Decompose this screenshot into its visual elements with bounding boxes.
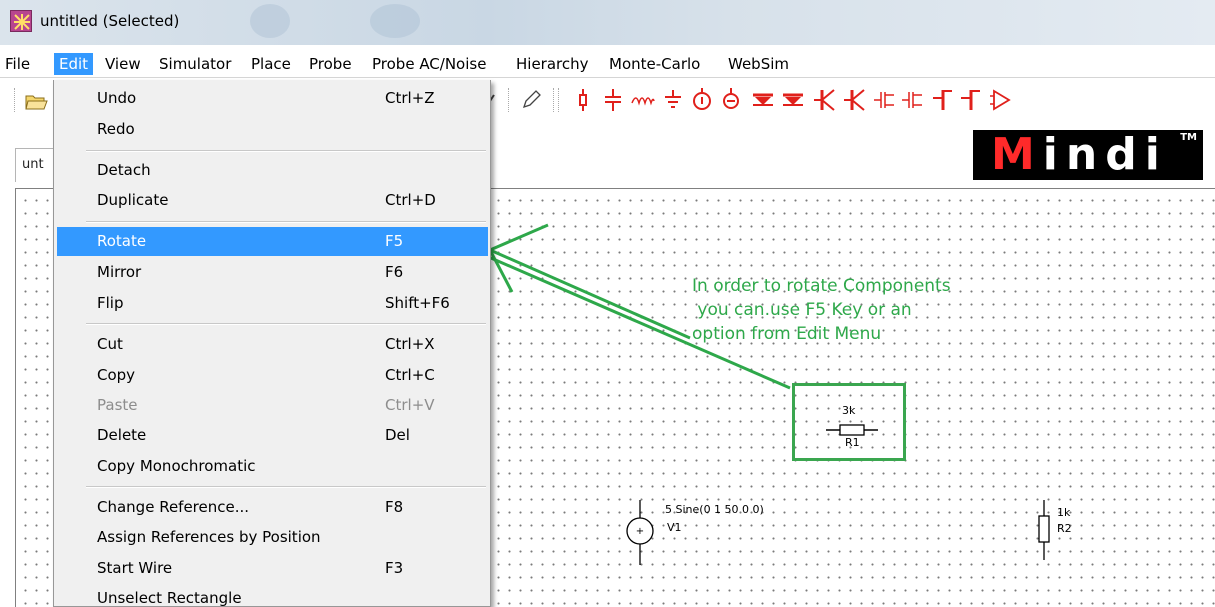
menu-place[interactable]: Place [250, 53, 292, 75]
r2-ref-label: R2 [1057, 522, 1072, 535]
menu-item-undo[interactable]: Undo Ctrl+Z [57, 84, 488, 113]
v1-value-label: 5 Sine(0 1 50 0 0) [665, 503, 764, 516]
menu-view[interactable]: View [104, 53, 142, 75]
window-title: untitled (Selected) [40, 12, 180, 30]
mosfet-icon[interactable] [900, 87, 926, 113]
menu-simulator[interactable]: Simulator [158, 53, 232, 75]
app-icon [10, 10, 32, 32]
transistor-icon[interactable] [842, 87, 868, 113]
mindi-logo: Mindi TM [973, 130, 1203, 180]
menu-probe[interactable]: Probe [308, 53, 353, 75]
menu-item-duplicate[interactable]: Duplicate Ctrl+D [57, 186, 488, 215]
diode-icon[interactable] [750, 87, 776, 113]
title-bar-decoration [250, 4, 290, 38]
current-source-icon[interactable] [689, 87, 715, 113]
transistor-icon[interactable] [812, 87, 838, 113]
menu-monte-carlo[interactable]: Monte-Carlo [608, 53, 701, 75]
menu-item-flip[interactable]: Flip Shift+F6 [57, 289, 488, 318]
menu-item-mirror[interactable]: Mirror F6 [57, 258, 488, 287]
mosfet-icon[interactable] [872, 87, 898, 113]
menu-separator [86, 486, 486, 488]
ground-icon[interactable] [660, 87, 686, 113]
voltage-source-icon[interactable] [718, 87, 744, 113]
title-bar: untitled (Selected) [0, 0, 1215, 45]
capacitor-icon[interactable] [600, 87, 626, 113]
menu-item-cut[interactable]: Cut Ctrl+X [57, 330, 488, 359]
diode-icon[interactable] [780, 87, 806, 113]
toolbar-grip [14, 88, 16, 112]
menu-item-copy-monochromatic[interactable]: Copy Monochromatic [57, 452, 488, 481]
switch-icon[interactable] [958, 87, 984, 113]
v1-ref-label: V1 [667, 521, 682, 534]
annotation-line: In order to rotate Components [692, 276, 951, 296]
edit-menu-dropdown: Undo Ctrl+Z Redo Detach Duplicate Ctrl+D R… [53, 80, 491, 607]
resistor-icon[interactable] [570, 87, 596, 113]
menu-edit[interactable]: Edit [54, 53, 94, 75]
menu-item-detach[interactable]: Detach [57, 156, 488, 185]
menu-item-start-wire[interactable]: Start Wire F3 [57, 554, 488, 583]
menu-bar: File Edit View Simulator Place Probe Pro… [0, 50, 1215, 78]
open-icon[interactable] [24, 90, 48, 116]
menu-item-change-reference[interactable]: Change Reference... F8 [57, 493, 488, 522]
menu-separator [86, 323, 486, 325]
inductor-icon[interactable] [630, 87, 656, 113]
menu-hierarchy[interactable]: Hierarchy [515, 53, 590, 75]
menu-item-unselect-rectangle[interactable]: Unselect Rectangle [57, 584, 488, 607]
toolbar-separator [553, 88, 555, 112]
r2-value-label: 1k [1057, 506, 1071, 519]
menu-item-rotate[interactable]: Rotate F5 [57, 227, 488, 256]
switch-icon[interactable] [930, 87, 956, 113]
pencil-icon[interactable] [518, 87, 544, 113]
annotation-text: In order to rotate Components you can.us… [692, 274, 1032, 346]
opamp-icon[interactable] [988, 87, 1014, 113]
highlight-box [792, 383, 906, 461]
menu-file[interactable]: File [4, 53, 31, 75]
menu-probe-ac-noise[interactable]: Probe AC/Noise [371, 53, 487, 75]
menu-item-copy[interactable]: Copy Ctrl+C [57, 361, 488, 390]
menu-separator [86, 221, 486, 223]
annotation-line: you can.use F5 Key or an [692, 300, 912, 320]
menu-item-delete[interactable]: Delete Del [57, 421, 488, 450]
toolbar-separator [558, 88, 560, 112]
toolbar-separator [508, 88, 510, 112]
title-bar-decoration [370, 4, 420, 38]
menu-item-paste: Paste Ctrl+V [97, 396, 435, 414]
menu-separator [86, 150, 486, 152]
annotation-line: option from Edit Menu [692, 324, 882, 344]
menu-item-redo[interactable]: Redo [57, 115, 488, 144]
menu-item-assign-references[interactable]: Assign References by Position [57, 523, 488, 552]
menu-websim[interactable]: WebSim [727, 53, 790, 75]
